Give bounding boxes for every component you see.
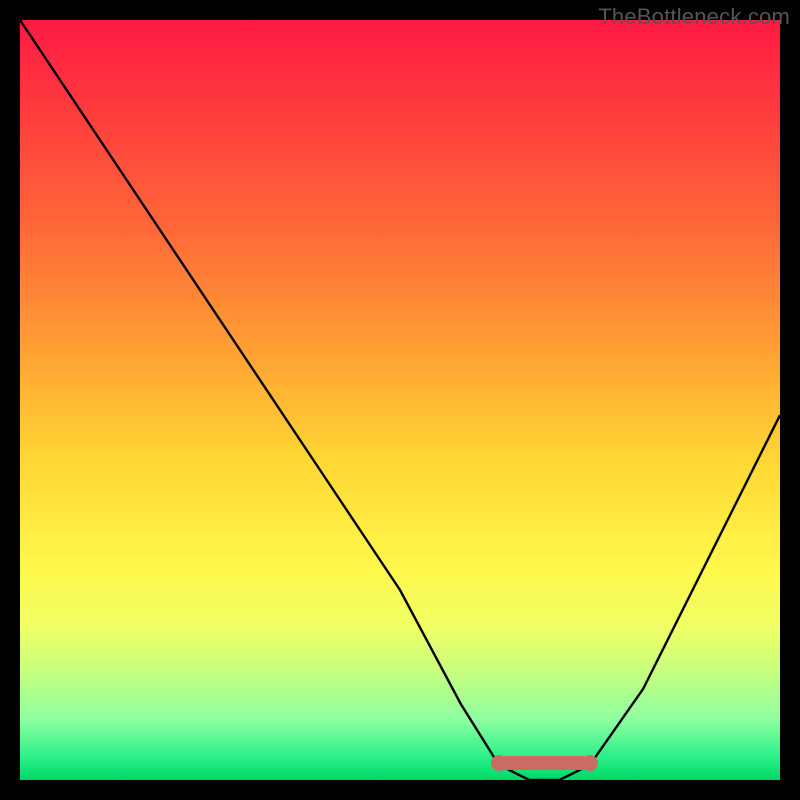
bottleneck-curve — [20, 20, 780, 780]
optimal-range-end-dot — [582, 755, 598, 771]
optimal-range-marker — [499, 756, 590, 770]
optimal-range-start-dot — [491, 755, 507, 771]
watermark-text: TheBottleneck.com — [598, 4, 790, 30]
chart-plot-area — [20, 20, 780, 780]
